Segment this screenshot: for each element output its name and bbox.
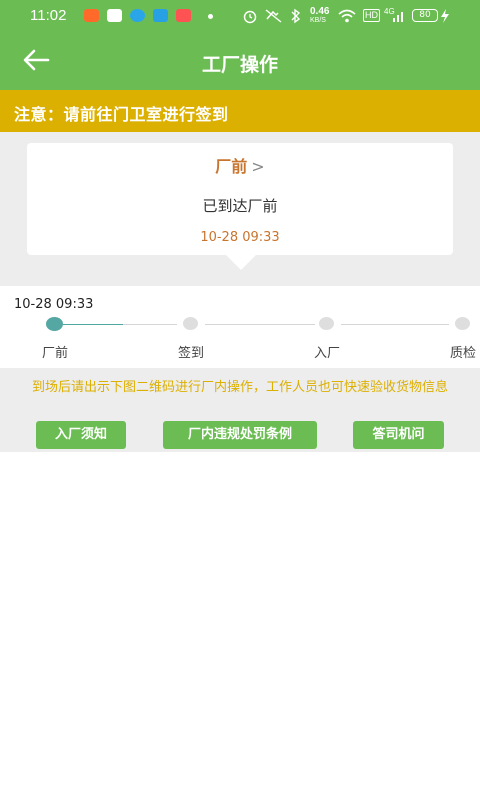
status-card-title-row[interactable]: 厂前 > — [27, 153, 453, 177]
video-app-icon — [107, 9, 122, 22]
instruction-text: 到场后请出示下图二维码进行厂内操作，工作人员也可快速验收货物信息 — [31, 380, 448, 395]
more-notifications-dot-icon — [208, 14, 213, 19]
wifi-icon — [338, 9, 356, 23]
status-card-time: 10-28 09:33 — [200, 230, 280, 245]
hd-badge: HD — [363, 9, 380, 22]
step-connector — [123, 324, 177, 325]
taobao-app-icon — [84, 9, 99, 22]
notice-text: 注意：请前往门卫室进行签到 — [14, 105, 229, 124]
charging-icon — [441, 9, 449, 23]
step-dot-2 — [183, 317, 198, 330]
step-label-4: 质检 — [449, 346, 476, 361]
step-label-1: 厂前 — [41, 346, 68, 361]
page-title: 工厂操作 — [201, 54, 278, 76]
status-card[interactable]: 厂前 > 已到达厂前 10-28 09:33 — [27, 143, 453, 270]
driver-faq-button[interactable]: 答司机问 — [353, 421, 444, 449]
nav-bar: 工厂操作 — [0, 32, 480, 90]
status-bar: 11:02 0.46 KB/S HD 4G 80 — [0, 0, 480, 32]
actions-section: 到场后请出示下图二维码进行厂内操作，工作人员也可快速验收货物信息 入厂须知 厂内… — [0, 368, 480, 452]
clock: 11:02 — [30, 7, 67, 24]
bluetooth-icon — [291, 8, 301, 24]
signal-icon — [393, 12, 403, 22]
status-section: 厂前 > 已到达厂前 10-28 09:33 — [0, 132, 480, 286]
step-connector — [341, 324, 449, 325]
bird-app-icon — [130, 9, 145, 22]
share-app-icon — [176, 9, 191, 22]
step-timestamp: 10-28 09:33 — [14, 297, 94, 312]
mute-icon — [265, 9, 282, 23]
notice-banner: 注意：请前往门卫室进行签到 — [0, 90, 480, 132]
chevron-right-icon: > — [251, 157, 265, 176]
step-label-3: 入厂 — [313, 346, 340, 361]
progress-steps: 10-28 09:33 厂前 签到 入厂 质检 — [0, 286, 480, 368]
step-dot-4 — [455, 317, 470, 330]
telegram-app-icon — [153, 9, 168, 22]
status-card-title: 厂前 — [215, 157, 248, 176]
step-connector — [205, 324, 315, 325]
entry-notice-button[interactable]: 入厂须知 — [36, 421, 126, 449]
battery-icon: 80 — [412, 9, 438, 22]
alarm-icon — [243, 10, 257, 24]
step-dot-3 — [319, 317, 334, 330]
violation-rules-button[interactable]: 厂内违规处罚条例 — [163, 421, 317, 449]
step-label-2: 签到 — [177, 346, 204, 361]
step-connector-active — [63, 324, 123, 325]
step-dot-1 — [46, 317, 63, 331]
status-card-status: 已到达厂前 — [202, 197, 278, 215]
network-unit: KB/S — [310, 17, 326, 24]
network-speed: 0.46 — [310, 6, 330, 17]
